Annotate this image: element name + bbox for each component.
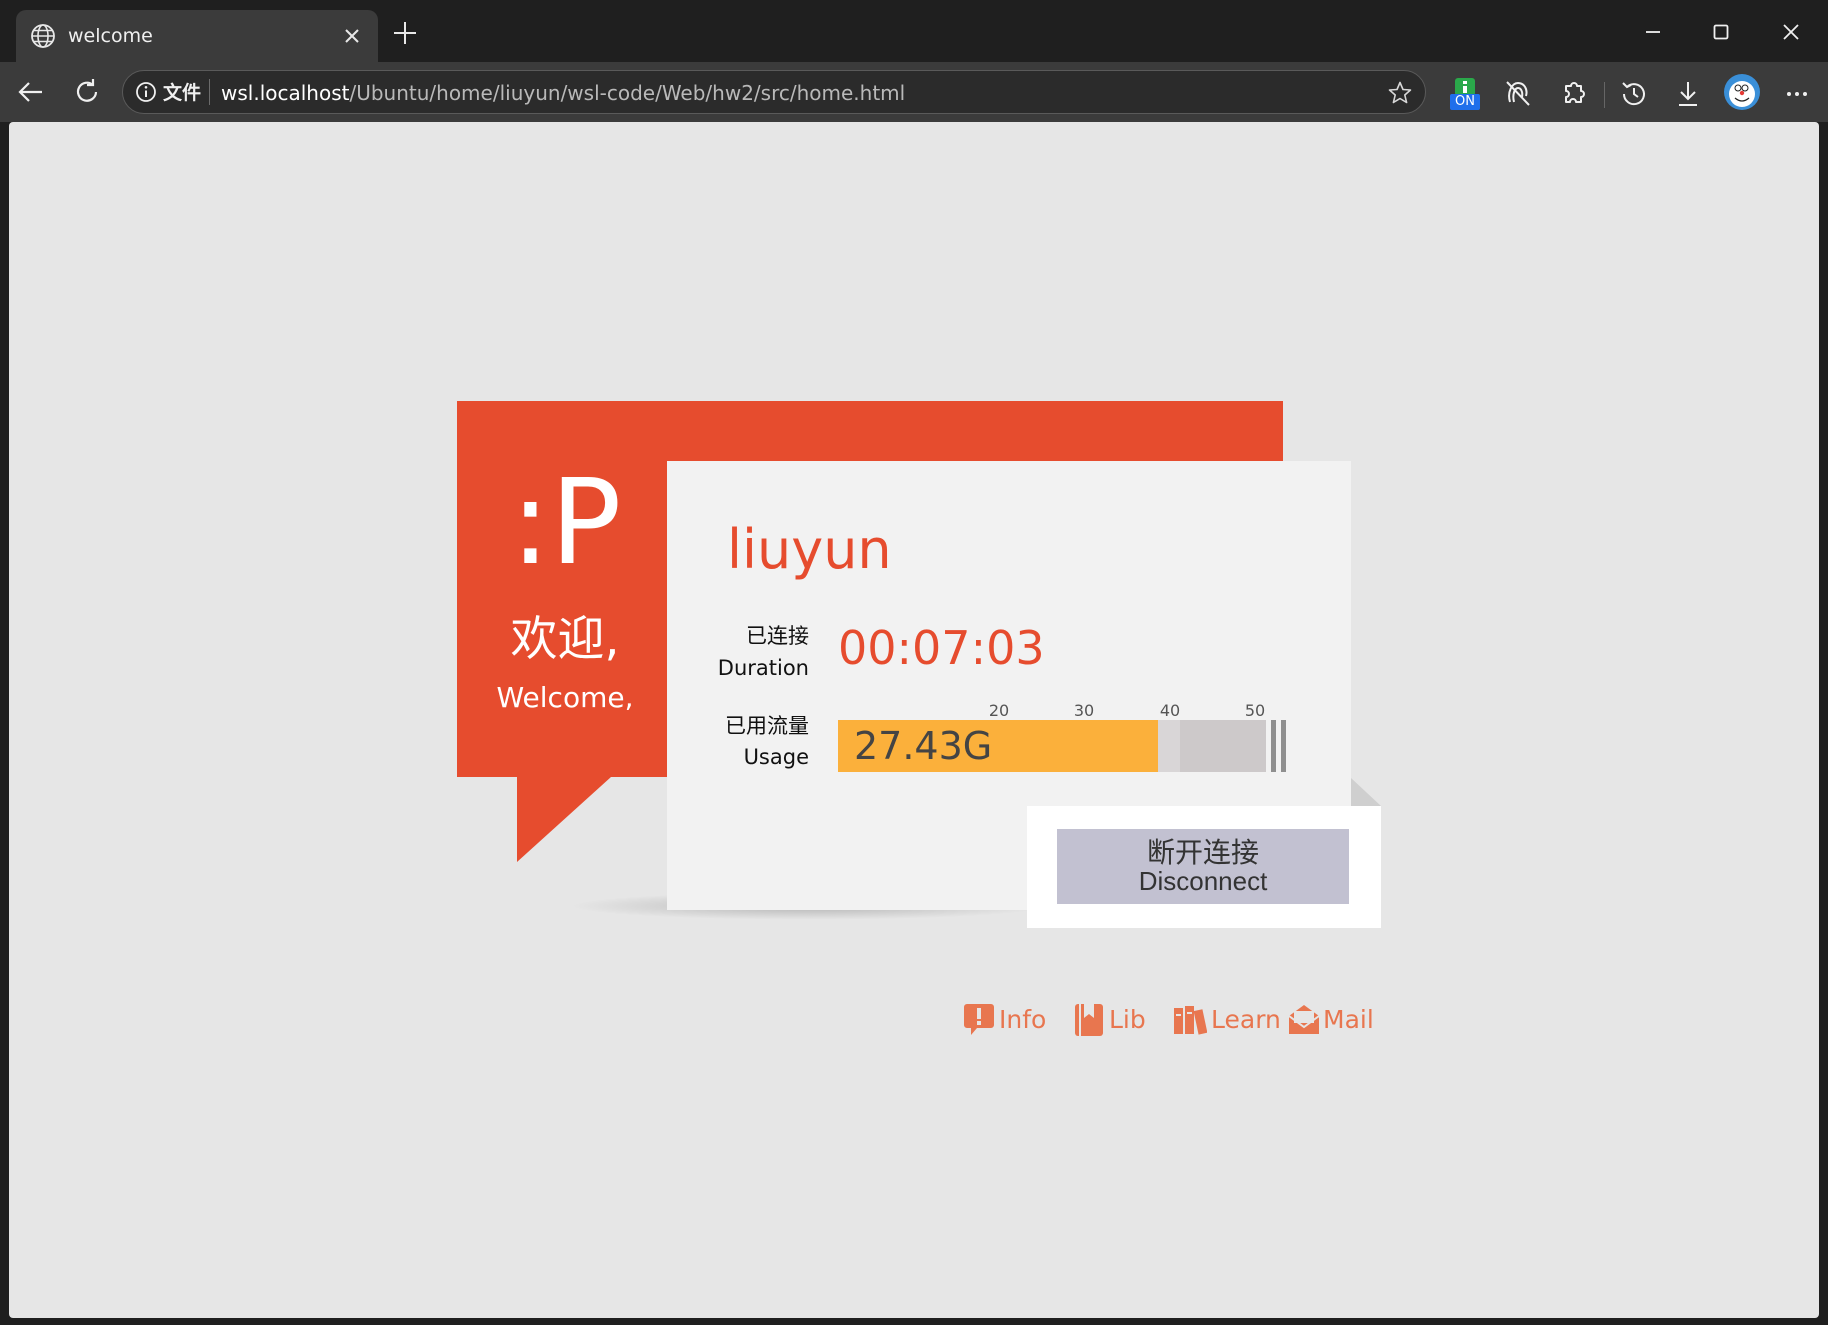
duration-label-zh: 已连接 bbox=[746, 624, 809, 648]
refresh-icon[interactable] bbox=[70, 75, 104, 109]
back-icon[interactable] bbox=[14, 75, 48, 109]
avatar[interactable] bbox=[1724, 74, 1760, 110]
mail-icon bbox=[1288, 1005, 1320, 1034]
usage-bar: 27.43G bbox=[838, 720, 1298, 772]
link-learn-label: Learn bbox=[1211, 1005, 1281, 1034]
welcome-en: Welcome, bbox=[496, 681, 634, 714]
disconnect-label-en: Disconnect bbox=[1138, 866, 1268, 896]
emoticon: :P bbox=[510, 453, 622, 591]
address-bar[interactable]: 文件 wsl.localhost/Ubuntu/home/liuyun/wsl-… bbox=[122, 70, 1426, 114]
books-icon bbox=[1174, 1006, 1207, 1035]
plus-icon[interactable] bbox=[390, 18, 420, 48]
usage-label-zh: 已用流量 bbox=[725, 714, 809, 738]
usage-end-mark bbox=[1271, 720, 1276, 772]
disconnect-label-zh: 断开连接 bbox=[1146, 836, 1259, 869]
minimize-icon[interactable] bbox=[1630, 14, 1676, 50]
tracking-icon[interactable] bbox=[1501, 78, 1535, 108]
file-label: 文件 bbox=[163, 82, 202, 104]
book-icon bbox=[1075, 1004, 1103, 1036]
toolbar-divider bbox=[1604, 82, 1605, 108]
usage-label-en: Usage bbox=[743, 745, 809, 769]
tab-title: welcome bbox=[68, 25, 153, 47]
window-close-icon[interactable] bbox=[1768, 14, 1814, 50]
link-mail-label: Mail bbox=[1323, 1005, 1374, 1034]
usage-segment bbox=[1180, 720, 1266, 772]
link-info[interactable]: Info bbox=[963, 1000, 1047, 1040]
tab-bar: welcome bbox=[0, 0, 1828, 62]
history-icon[interactable] bbox=[1617, 77, 1651, 111]
alert-icon bbox=[964, 1004, 994, 1035]
usage-tick: 30 bbox=[1073, 701, 1095, 720]
browser-tab[interactable]: welcome bbox=[16, 10, 378, 62]
link-lib-label: Lib bbox=[1109, 1005, 1146, 1034]
link-info-label: Info bbox=[999, 1005, 1047, 1034]
usage-tick: 40 bbox=[1159, 701, 1181, 720]
extension-on-icon[interactable]: ON bbox=[1450, 78, 1480, 112]
close-icon[interactable] bbox=[338, 22, 366, 50]
globe-icon bbox=[31, 24, 55, 48]
url-host: wsl.localhost bbox=[221, 81, 350, 105]
username: liuyun bbox=[727, 518, 892, 581]
welcome-zh: 欢迎, bbox=[510, 612, 620, 667]
url-text[interactable]: wsl.localhost/Ubuntu/home/liuyun/wsl-cod… bbox=[221, 80, 905, 106]
usage-tick: 20 bbox=[988, 701, 1010, 720]
url-path: /Ubuntu/home/liuyun/wsl-code/Web/hw2/src… bbox=[349, 81, 906, 105]
avatar-face-icon bbox=[1729, 81, 1755, 107]
extension-badge: ON bbox=[1450, 94, 1480, 110]
disconnect-button[interactable]: 断开连接 Disconnect bbox=[1057, 829, 1349, 904]
download-icon[interactable] bbox=[1671, 77, 1705, 111]
maximize-icon[interactable] bbox=[1698, 14, 1744, 50]
star-icon[interactable] bbox=[1387, 80, 1413, 106]
card-fold bbox=[1351, 778, 1381, 806]
speech-tail bbox=[517, 777, 611, 862]
puzzle-icon[interactable] bbox=[1556, 77, 1590, 111]
more-icon[interactable] bbox=[1780, 77, 1814, 111]
duration-label-en: Duration bbox=[717, 656, 809, 680]
link-learn[interactable]: Learn bbox=[1173, 1000, 1281, 1040]
duration-value: 00:07:03 bbox=[838, 621, 1045, 675]
divider bbox=[209, 79, 210, 105]
page-viewport: :P 欢迎, Welcome, liuyun 已连接 Duration 00:0… bbox=[9, 122, 1819, 1318]
usage-value: 27.43G bbox=[854, 724, 993, 768]
usage-tick: 50 bbox=[1244, 701, 1266, 720]
link-lib[interactable]: Lib bbox=[1073, 1000, 1147, 1040]
usage-end-mark bbox=[1281, 720, 1286, 772]
link-mail[interactable]: Mail bbox=[1287, 1000, 1377, 1040]
info-icon[interactable] bbox=[135, 81, 157, 103]
